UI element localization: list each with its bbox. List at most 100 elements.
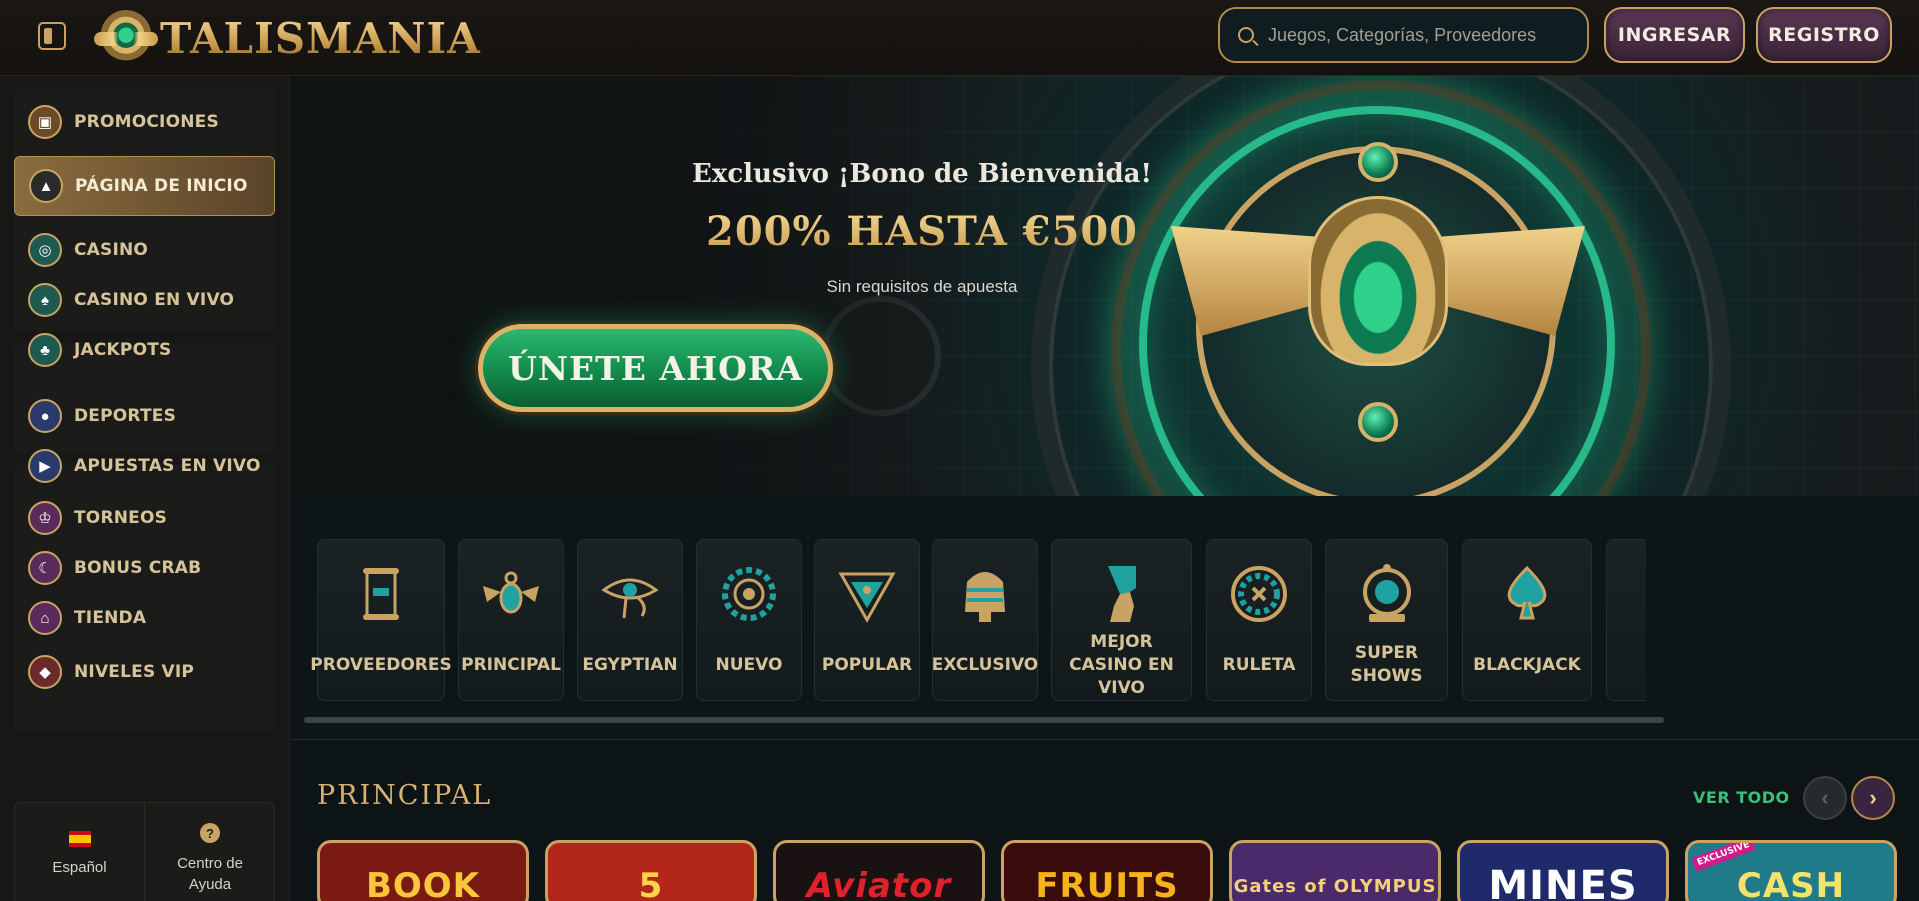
- roulette-icon: [1231, 566, 1287, 622]
- site-logo[interactable]: TALISMANIA: [94, 8, 481, 68]
- spain-flag-icon: [68, 831, 91, 847]
- logo-text: TALISMANIA: [160, 13, 481, 63]
- sidebar-item-niveles-vip[interactable]: ◆ NIVELES VIP: [14, 642, 275, 702]
- sidebar-item-label: APUESTAS EN VIVO: [74, 456, 261, 476]
- help-center-label: Centro de Ayuda: [177, 855, 243, 893]
- hero-subtitle: Sin requisitos de apuesta: [826, 277, 1018, 296]
- sidebar-item-label: PROMOCIONES: [74, 112, 219, 132]
- game-title: FRUITS: [1035, 866, 1179, 901]
- category-label: PRINCIPAL: [461, 654, 561, 675]
- sidebar-item-pagina-de-inicio[interactable]: ▲ PÁGINA DE INICIO: [14, 156, 275, 216]
- hero-bonus-amount: 200% HASTA €500: [672, 208, 1172, 255]
- help-icon: ?: [200, 823, 220, 843]
- sidebar-item-jackpots[interactable]: ♣ JACKPOTS: [14, 320, 275, 380]
- chevron-right-icon: ›: [1869, 785, 1877, 810]
- winged-emblem-icon: [838, 572, 896, 624]
- game-tile-cash[interactable]: EXCLUSIVE CASH: [1685, 840, 1897, 901]
- sidebar-footer: Español ? Centro de Ayuda: [14, 802, 275, 901]
- game-title: BOOK: [365, 866, 481, 901]
- category-principal[interactable]: PRINCIPAL: [458, 539, 564, 701]
- scarab-logo-icon: [94, 10, 158, 66]
- category-label: EXCLUSIVO: [931, 654, 1039, 675]
- category-label: RULETA: [1222, 654, 1296, 675]
- spade-icon: ♠: [28, 283, 62, 317]
- nefertiti-icon: [1107, 566, 1136, 622]
- game-tile-mines[interactable]: MINES: [1457, 840, 1669, 901]
- wheel-show-icon: [1362, 564, 1411, 622]
- search-box[interactable]: [1218, 7, 1589, 63]
- pharaoh-mask-icon: [965, 572, 1005, 622]
- treasure-chest-icon: ▣: [28, 105, 62, 139]
- scarab-icon: [483, 571, 539, 614]
- chip-icon: ◎: [28, 233, 62, 267]
- language-selector[interactable]: Español: [15, 803, 145, 901]
- category-ruleta[interactable]: RULETA: [1206, 539, 1312, 701]
- category-partial-next[interactable]: [1606, 539, 1646, 701]
- live-play-icon: ▶: [28, 449, 62, 483]
- login-button[interactable]: INGRESAR: [1604, 7, 1745, 63]
- category-label: EGYPTIAN: [582, 654, 678, 675]
- sidebar-item-tienda[interactable]: ⌂ TIENDA: [14, 588, 275, 648]
- carousel-next-button[interactable]: ›: [1851, 776, 1895, 820]
- crab-icon: ☾: [28, 551, 62, 585]
- game-title: MINES: [1488, 863, 1638, 901]
- carousel-prev-button[interactable]: ‹: [1803, 776, 1847, 820]
- game-tile-gates-of-olympus[interactable]: Gates of OLYMPUS: [1229, 840, 1441, 901]
- sidebar-item-label: DEPORTES: [74, 406, 177, 426]
- category-label: SUPER SHOWS: [1350, 643, 1423, 686]
- game-title: 5: [638, 866, 664, 901]
- sidebar-toggle-icon[interactable]: [38, 22, 66, 50]
- scroll-icon: [363, 568, 399, 620]
- register-button[interactable]: REGISTRO: [1756, 7, 1892, 63]
- chevron-left-icon: ‹: [1821, 785, 1829, 810]
- sidebar-item-label: PÁGINA DE INICIO: [75, 176, 248, 196]
- game-tile-fruits[interactable]: FRUITS: [1001, 840, 1213, 901]
- section-divider: [291, 739, 1919, 740]
- sidebar-item-promociones[interactable]: ▣ PROMOCIONES: [14, 92, 275, 152]
- sidebar-item-label: TIENDA: [74, 608, 147, 628]
- sidebar-item-label: CASINO: [74, 240, 149, 260]
- game-title: Gates of OLYMPUS: [1233, 875, 1437, 897]
- pyramid-icon: ▲: [29, 169, 63, 203]
- category-carousel: PROVEEDORES PRINCIPAL EGYPTIAN NUEVO POP…: [291, 496, 1919, 741]
- sun-disc-icon: [722, 567, 776, 621]
- hero-title: Exclusivo ¡Bono de Bienvenida!: [692, 159, 1152, 189]
- sidebar-item-label: TORNEOS: [74, 508, 168, 528]
- game-tile-book[interactable]: BOOK: [317, 840, 529, 901]
- help-center-link[interactable]: ? Centro de Ayuda: [145, 803, 275, 901]
- eye-of-horus-icon: [601, 578, 659, 619]
- category-popular[interactable]: POPULAR: [814, 539, 920, 701]
- trophy-icon: ♔: [28, 501, 62, 535]
- sidebar-item-label: JACKPOTS: [74, 340, 172, 360]
- join-now-button[interactable]: ÚNETE AHORA: [478, 324, 833, 412]
- game-title: CASH: [1736, 866, 1846, 901]
- shop-icon: ⌂: [28, 601, 62, 635]
- category-egyptian[interactable]: EGYPTIAN: [577, 539, 683, 701]
- game-tile-5[interactable]: 5: [545, 840, 757, 901]
- search-input[interactable]: [1268, 24, 1568, 46]
- sidebar-item-label: CASINO EN VIVO: [74, 290, 235, 310]
- category-exclusivo[interactable]: EXCLUSIVO: [932, 539, 1038, 701]
- view-all-link[interactable]: VER TODO: [1693, 788, 1790, 807]
- golden-scarab-illustration: [1308, 196, 1448, 366]
- language-label: Español: [52, 859, 107, 876]
- category-label: POPULAR: [821, 654, 913, 675]
- game-title: Aviator: [806, 866, 952, 901]
- category-blackjack[interactable]: BLACKJACK: [1462, 539, 1592, 701]
- category-label: BLACKJACK: [1473, 654, 1581, 675]
- soccer-ball-icon: ●: [28, 399, 62, 433]
- category-super-shows[interactable]: SUPER SHOWS: [1325, 539, 1448, 701]
- game-tile-aviator[interactable]: Aviator: [773, 840, 985, 901]
- search-icon: [1238, 27, 1254, 43]
- sidebar: ▣ PROMOCIONES ▲ PÁGINA DE INICIO ◎ CASIN…: [0, 76, 290, 901]
- emerald-gem-top: [1358, 142, 1398, 182]
- category-nuevo[interactable]: NUEVO: [696, 539, 802, 701]
- sidebar-item-apuestas-en-vivo[interactable]: ▶ APUESTAS EN VIVO: [14, 436, 275, 496]
- sidebar-item-label: NIVELES VIP: [74, 662, 195, 682]
- category-proveedores[interactable]: PROVEEDORES: [310, 539, 452, 701]
- spade-card-icon: [1507, 565, 1547, 620]
- category-scrollbar[interactable]: [304, 717, 1664, 723]
- category-label: PROVEEDORES: [310, 654, 452, 675]
- category-mejor-casino-en-vivo[interactable]: MEJOR CASINO EN VIVO: [1051, 539, 1192, 701]
- category-label: MEJOR CASINO EN VIVO: [1069, 631, 1174, 698]
